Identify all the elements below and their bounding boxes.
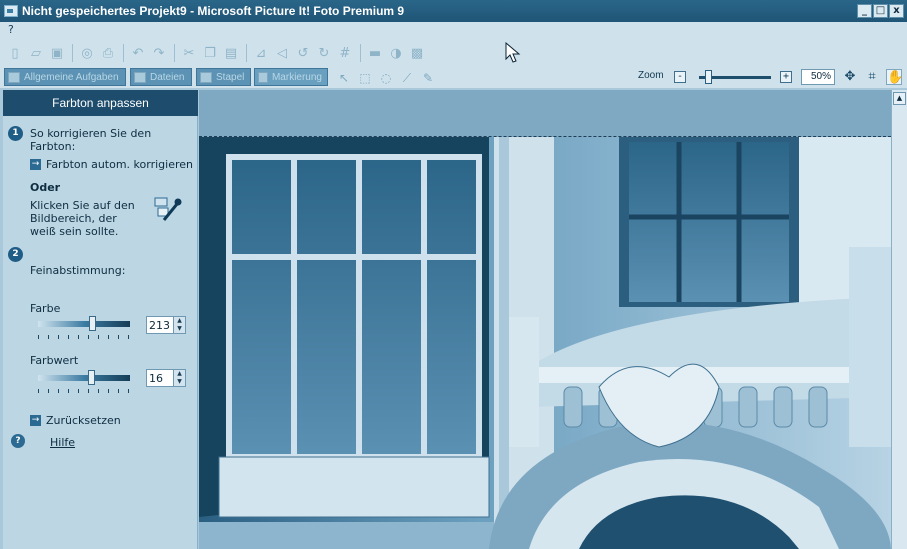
redo-icon[interactable]: ↷ <box>150 44 168 62</box>
help-icon: ? <box>11 434 25 448</box>
brush-icon[interactable]: ✎ <box>420 70 436 86</box>
farbwert-ticks <box>38 389 130 393</box>
copy-icon[interactable]: ❐ <box>201 44 219 62</box>
toolbar-divider <box>174 44 175 62</box>
vertical-scrollbar[interactable]: ▲ <box>891 90 907 549</box>
task-tabs-bar: Allgemeine Aufgaben Dateien Stapel Marki… <box>0 66 907 88</box>
click-instruction-line2: Bildbereich, der <box>30 212 117 225</box>
undo-icon[interactable]: ↶ <box>129 44 147 62</box>
farbe-value[interactable]: 213 <box>149 319 170 332</box>
toolbar-divider <box>123 44 124 62</box>
farbe-gradient <box>38 321 130 327</box>
click-instruction-line1: Klicken Sie auf den <box>30 199 135 212</box>
photo-canvas[interactable] <box>199 137 891 549</box>
lasso-icon[interactable]: ◌ <box>378 70 394 86</box>
rotate-left-icon[interactable]: ↺ <box>294 44 312 62</box>
toolbar-divider <box>360 44 361 62</box>
cut-icon[interactable]: ✂ <box>180 44 198 62</box>
tab-allgemeine-aufgaben[interactable]: Allgemeine Aufgaben <box>4 68 126 86</box>
toolbar-divider <box>246 44 247 62</box>
farbwert-spinbox[interactable]: 16 ▲ ▼ <box>146 369 186 387</box>
step-2-badge: 2 <box>8 247 23 262</box>
toolbar: ▯ ▱ ▣ ◎ ⎙ ↶ ↷ ✂ ❐ ▤ ⊿ ◁ ↺ ↻ # ▬ ◑ ▩ <box>0 40 907 66</box>
stack-icon <box>200 71 212 83</box>
farbwert-label: Farbwert <box>30 354 79 367</box>
hand-icon[interactable]: ✋ <box>886 69 903 85</box>
farbwert-gradient <box>38 375 130 381</box>
step-1-badge: 1 <box>8 126 23 141</box>
tab-label: Dateien <box>150 71 185 83</box>
mouse-cursor-icon <box>505 42 521 63</box>
crop-icon[interactable]: # <box>336 44 354 62</box>
reset-link[interactable]: Zurücksetzen <box>46 414 121 427</box>
select-icon[interactable]: ⬚ <box>357 70 373 86</box>
zoom-out-button[interactable]: - <box>674 71 686 83</box>
farbe-spinbox[interactable]: 213 ▲ ▼ <box>146 316 186 334</box>
print-icon[interactable]: ⎙ <box>99 44 117 62</box>
rotate-right-icon[interactable]: ↻ <box>315 44 333 62</box>
farbwert-value[interactable]: 16 <box>149 372 163 385</box>
step-1-text-line1: So korrigieren Sie den <box>30 127 152 140</box>
tasks-icon <box>8 71 20 83</box>
save-icon[interactable]: ▣ <box>48 44 66 62</box>
tab-label: Allgemeine Aufgaben <box>24 71 119 83</box>
selection-icon <box>258 71 268 83</box>
window-title: Nicht gespeichertes Projekt9 - Microsoft… <box>22 4 405 18</box>
canvas-margin <box>199 90 891 137</box>
new-icon[interactable]: ▯ <box>6 44 24 62</box>
eyedropper-icon[interactable] <box>153 195 183 225</box>
farbwert-spin-buttons[interactable]: ▲ ▼ <box>173 370 185 386</box>
help-link[interactable]: Hilfe <box>50 436 75 449</box>
farbe-slider-thumb[interactable] <box>89 316 97 331</box>
tab-markierung[interactable]: Markierung <box>254 68 328 86</box>
files-icon <box>134 71 146 83</box>
tab-dateien[interactable]: Dateien <box>130 68 192 86</box>
image-icon[interactable]: ▩ <box>408 44 426 62</box>
tab-label: Markierung <box>271 71 322 83</box>
zoom-value-field[interactable]: 50% <box>801 69 835 85</box>
contrast-icon[interactable]: ◑ <box>387 44 405 62</box>
step-1-text-line2: Farbton: <box>30 140 76 153</box>
panel-header: Farbton anpassen <box>3 90 198 116</box>
menu-help[interactable]: ? <box>8 23 14 36</box>
paste-icon[interactable]: ▤ <box>222 44 240 62</box>
fit-icon[interactable]: ⌗ <box>864 69 880 85</box>
farbe-ticks <box>38 335 130 339</box>
magic-wand-icon[interactable]: ⟋ <box>399 70 415 86</box>
tab-stapel[interactable]: Stapel <box>196 68 251 86</box>
app-icon <box>4 5 18 17</box>
flip-icon[interactable]: ⊿ <box>252 44 270 62</box>
tab-label: Stapel <box>216 71 245 83</box>
title-bar: Nicht gespeichertes Projekt9 - Microsoft… <box>0 0 907 22</box>
open-icon[interactable]: ▱ <box>27 44 45 62</box>
farbe-label: Farbe <box>30 302 61 315</box>
zoom-slider-thumb[interactable] <box>704 70 712 84</box>
scroll-up-button[interactable]: ▲ <box>893 92 906 105</box>
zoom-label: Zoom <box>638 70 664 81</box>
farbwert-slider-thumb[interactable] <box>88 370 96 385</box>
minimize-button[interactable]: _ <box>857 4 872 18</box>
farbe-spin-buttons[interactable]: ▲ ▼ <box>173 317 185 333</box>
move-icon[interactable]: ✥ <box>842 69 858 85</box>
mirror-icon[interactable]: ◁ <box>273 44 291 62</box>
click-instruction-line3: weiß sein sollte. <box>30 225 119 238</box>
pointer-icon[interactable]: ↖ <box>336 70 352 86</box>
oder-heading: Oder <box>30 181 61 194</box>
arrow-icon: → <box>30 415 41 426</box>
auto-correct-link[interactable]: Farbton autom. korrigieren <box>46 158 193 171</box>
print-preview-icon[interactable]: ◎ <box>78 44 96 62</box>
arrow-icon: → <box>30 159 41 170</box>
brightness-icon[interactable]: ▬ <box>366 44 384 62</box>
fine-tuning-label: Feinabstimmung: <box>30 264 126 277</box>
zoom-in-button[interactable]: + <box>780 71 792 83</box>
menu-bar: ? <box>0 22 907 40</box>
maximize-button[interactable]: □ <box>873 4 888 18</box>
toolbar-divider <box>72 44 73 62</box>
close-button[interactable]: x <box>889 4 904 18</box>
